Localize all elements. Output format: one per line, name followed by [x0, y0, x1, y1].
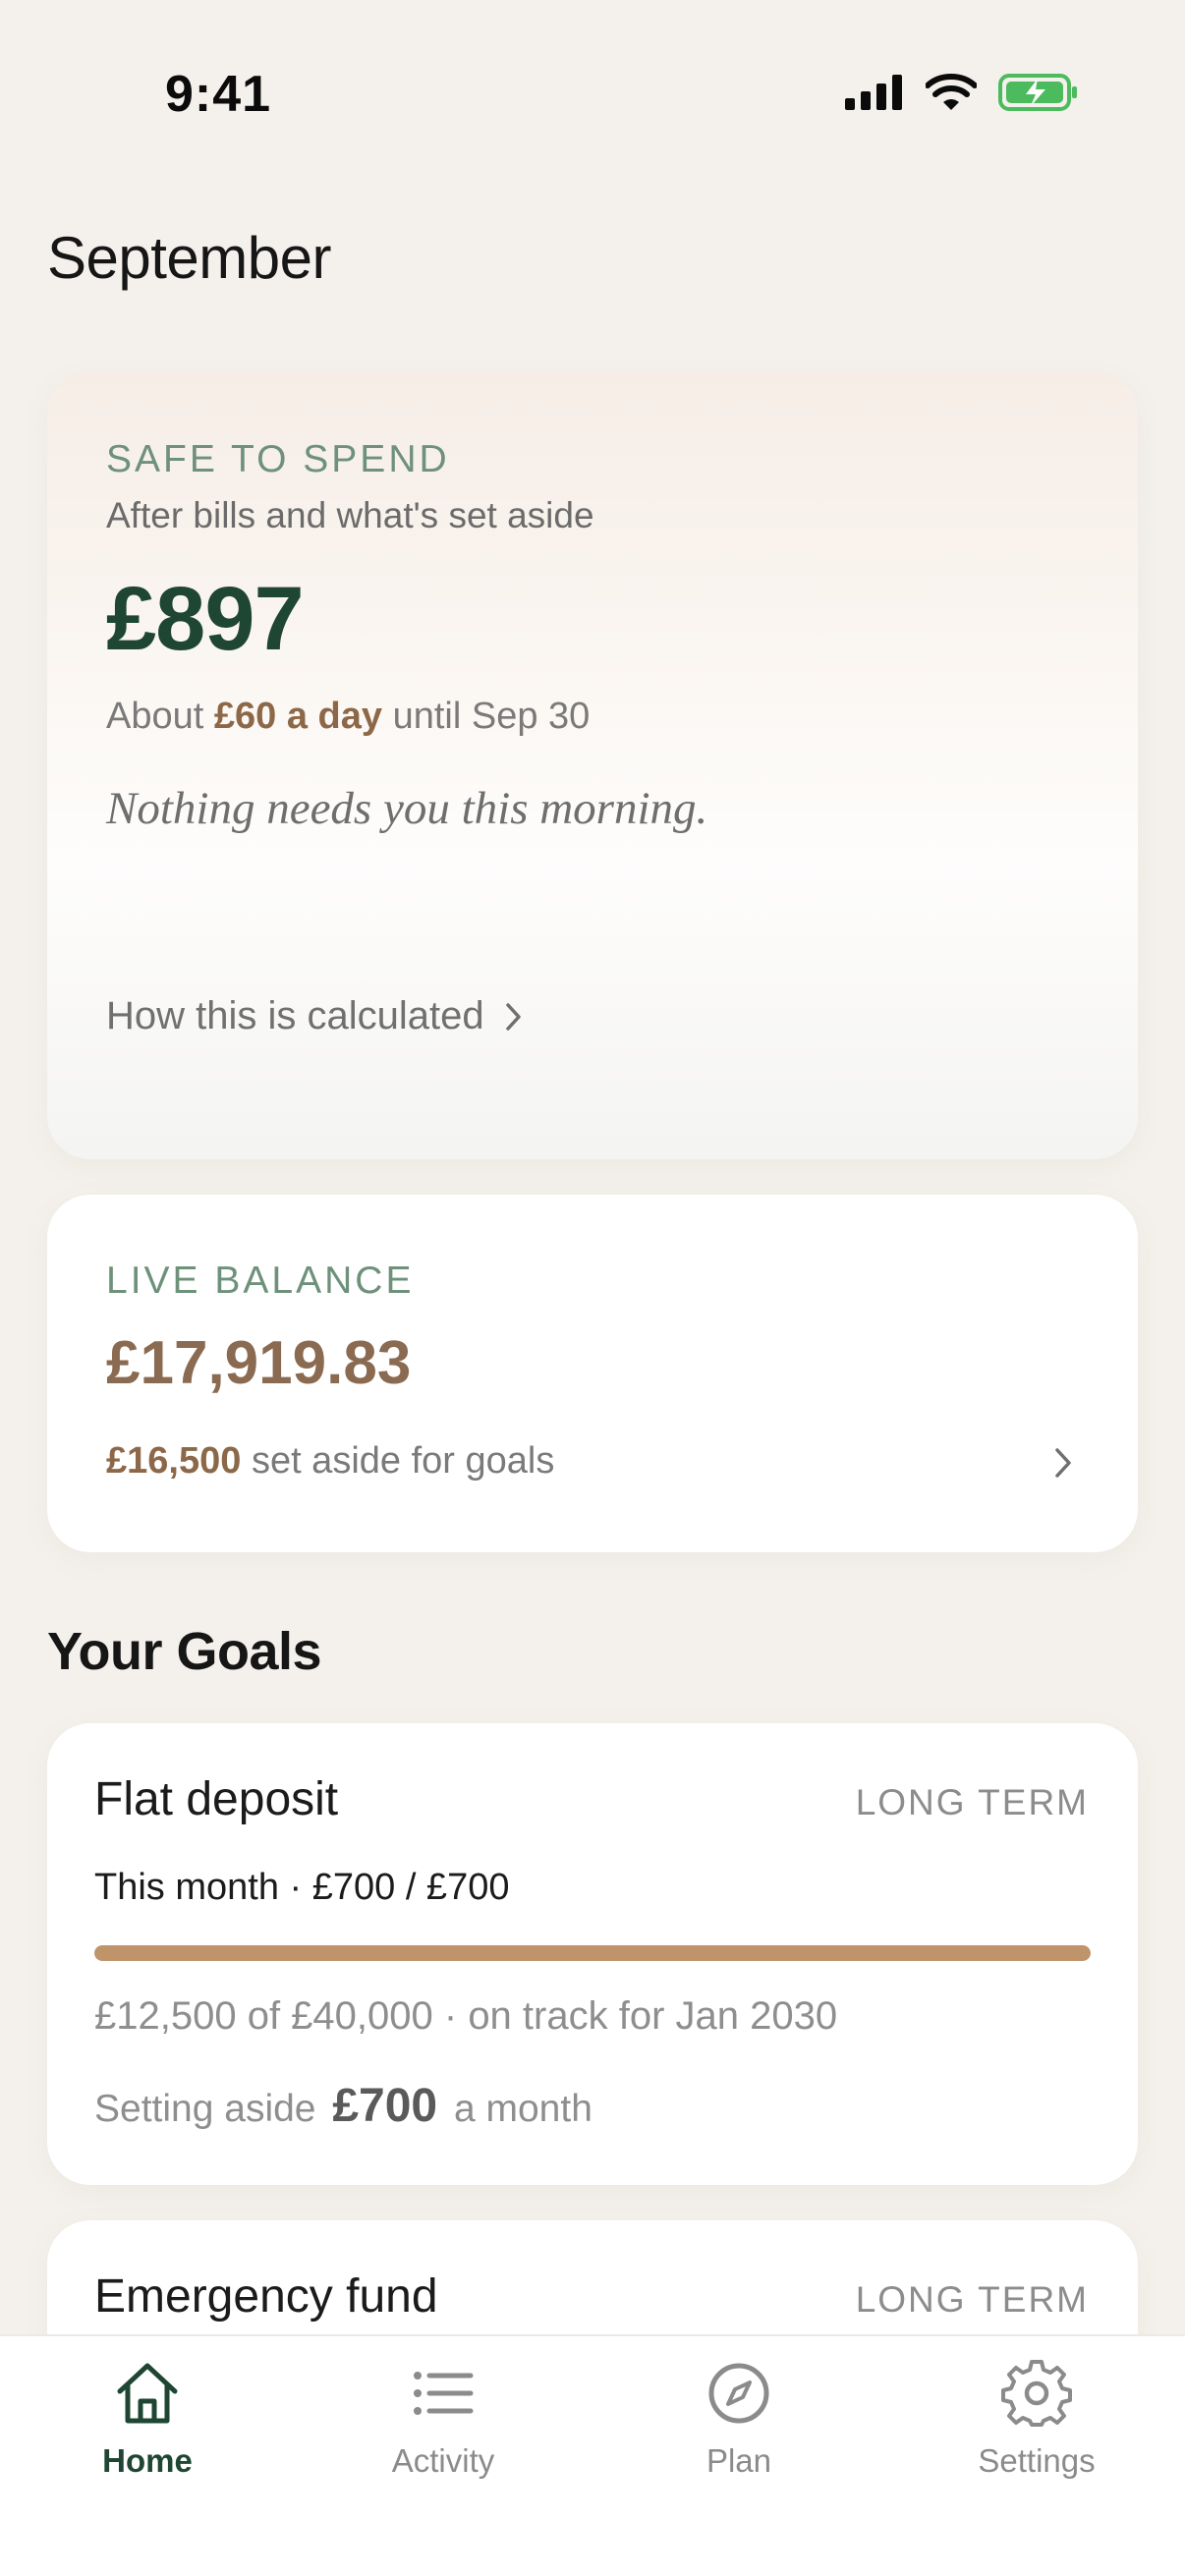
goals-section-title: Your Goals	[47, 1622, 322, 1681]
home-icon	[117, 2363, 178, 2424]
daily-suffix: until Sep 30	[392, 696, 591, 737]
tab-home[interactable]: Home	[49, 2358, 246, 2480]
tab-activity[interactable]: Activity	[345, 2358, 541, 2480]
goal-name: Emergency fund	[94, 2270, 438, 2323]
goal-name: Flat deposit	[94, 1773, 339, 1825]
safe-to-spend-card: SAFE TO SPEND After bills and what's set…	[47, 371, 1138, 1159]
how-calculated-label: How this is calculated	[106, 994, 484, 1037]
goal-aside-prefix: Setting aside	[94, 2088, 316, 2130]
goals-set-aside-amount: £16,500	[106, 1440, 242, 1482]
goal-status: £12,500 of £40,000 · on track for Jan 20…	[94, 1994, 838, 2038]
list-icon	[414, 2372, 474, 2415]
how-calculated-link[interactable]: How this is calculated	[106, 994, 524, 1038]
battery-charging-icon	[998, 74, 1077, 111]
tab-bar: Home Activity Plan Settings	[0, 2334, 1185, 2576]
tab-label: Activity	[391, 2442, 495, 2479]
chevron-right-icon	[505, 1002, 521, 1031]
status-bar: 9:41	[0, 0, 1185, 187]
tab-label: Home	[102, 2442, 193, 2479]
goal-progress-bar	[94, 1945, 1091, 1961]
goal-month-progress: This month · £700 / £700	[94, 1867, 510, 1908]
goal-card[interactable]: Flat deposit LONG TERM This month · £700…	[47, 1723, 1138, 2185]
wifi-icon	[926, 74, 977, 110]
gear-icon	[1001, 2360, 1072, 2427]
goal-term-badge: LONG TERM	[855, 1782, 1089, 1822]
safe-to-spend-amount: £897	[106, 569, 305, 669]
daily-prefix: About	[106, 696, 204, 737]
chevron-right-icon	[1055, 1448, 1071, 1478]
tab-plan[interactable]: Plan	[641, 2358, 837, 2480]
tab-settings[interactable]: Settings	[938, 2358, 1135, 2480]
cellular-signal-icon	[845, 75, 902, 110]
page-title: September	[47, 225, 332, 291]
tab-label: Plan	[705, 2442, 772, 2479]
safe-to-spend-eyebrow: SAFE TO SPEND	[106, 438, 450, 480]
home-screen: 9:41 September SAFE TO SPEND After bills…	[0, 0, 1185, 2576]
goals-set-aside-label: set aside for goals	[251, 1440, 555, 1482]
live-balance-card[interactable]: LIVE BALANCE £17,919.83 £16,500 set asid…	[47, 1195, 1138, 1552]
live-balance-eyebrow: LIVE BALANCE	[106, 1260, 415, 1302]
goal-term-badge: LONG TERM	[855, 2279, 1089, 2320]
tab-label: Settings	[978, 2442, 1096, 2479]
status-time: 9:41	[165, 66, 272, 123]
status-icons	[845, 73, 1079, 112]
daily-amount: £60 a day	[213, 696, 383, 737]
compass-icon	[708, 2363, 769, 2424]
daily-allowance: About £60 a day until Sep 30	[106, 696, 590, 738]
goals-set-aside: £16,500 set aside for goals	[106, 1440, 554, 1483]
safe-to-spend-subtitle: After bills and what's set aside	[106, 495, 594, 535]
goal-progress-fill	[94, 1945, 1091, 1961]
goal-aside-suffix: a month	[453, 2088, 592, 2130]
goal-monthly-contribution: Setting aside £700 a month	[94, 2079, 592, 2133]
goal-aside-amount: £700	[332, 2080, 438, 2132]
reassurance-note: Nothing needs you this morning.	[106, 783, 708, 834]
live-balance-amount: £17,919.83	[106, 1329, 412, 1397]
